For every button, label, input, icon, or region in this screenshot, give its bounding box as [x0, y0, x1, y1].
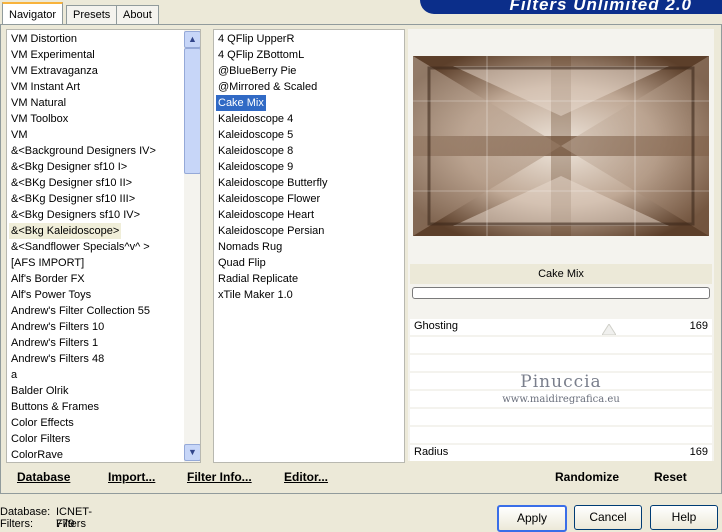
watermark-name: Pinuccia — [520, 372, 602, 392]
category-item[interactable]: &<Bkg Designers sf10 IV> — [9, 207, 156, 223]
category-item[interactable]: Andrew's Filters 10 — [9, 319, 156, 335]
category-item[interactable]: VM — [9, 127, 156, 143]
status-filters-value: 779 — [56, 518, 75, 530]
param-slot — [410, 355, 712, 371]
category-item[interactable]: Andrew's Filter Collection 55 — [9, 303, 156, 319]
param-label: Radius — [414, 446, 449, 458]
import-button[interactable]: Import... — [108, 470, 155, 484]
preview-image — [413, 56, 709, 236]
category-item[interactable]: &<Background Designers IV> — [9, 143, 156, 159]
app-banner: Filters Unlimited 2.0 — [420, 0, 722, 14]
reset-button[interactable]: Reset — [654, 470, 687, 484]
filter-item[interactable]: Kaleidoscope Butterfly — [216, 175, 327, 191]
category-item[interactable]: VM Experimental — [9, 47, 156, 63]
status-database-label: Database: — [0, 506, 51, 518]
tab-presets[interactable]: Presets — [66, 5, 118, 24]
param-slot — [410, 427, 712, 443]
category-item[interactable]: Alf's Power Toys — [9, 287, 156, 303]
filter-item[interactable]: 4 QFlip UpperR — [216, 31, 327, 47]
status-filters-label: Filters: — [0, 518, 33, 530]
param-label: Ghosting — [414, 320, 459, 332]
filter-item[interactable]: 4 QFlip ZBottomL — [216, 47, 327, 63]
category-items: VM Distortion VM Experimental VM Extravaga… — [9, 31, 156, 462]
category-item[interactable]: &<BKg Designer sf10 II> — [9, 175, 156, 191]
category-item[interactable]: Balder Olrik — [9, 383, 156, 399]
filter-info-button[interactable]: Filter Info... — [187, 470, 252, 484]
filter-item[interactable]: @BlueBerry Pie — [216, 63, 327, 79]
filter-item[interactable]: Kaleidoscope Flower — [216, 191, 327, 207]
category-item[interactable]: [AFS IMPORT] — [9, 255, 156, 271]
filter-item[interactable]: Kaleidoscope Persian — [216, 223, 327, 239]
category-scrollbar[interactable]: ▲ ▼ — [184, 30, 200, 462]
category-item[interactable]: Color Effects — [9, 415, 156, 431]
randomize-button[interactable]: Randomize — [555, 470, 619, 484]
slider-thumb-icon[interactable] — [602, 324, 616, 335]
param-ghosting[interactable]: Ghosting 169 — [410, 319, 712, 335]
category-item[interactable]: Andrew's Filters 48 — [9, 351, 156, 367]
category-item[interactable]: Alf's Border FX — [9, 271, 156, 287]
category-item[interactable]: a — [9, 367, 156, 383]
watermark-url: www.maidiregrafica.eu — [502, 394, 620, 405]
filter-item[interactable]: Kaleidoscope 8 — [216, 143, 327, 159]
param-radius[interactable]: Radius 169 — [410, 445, 712, 461]
category-item[interactable]: &<BKg Designer sf10 III> — [9, 191, 156, 207]
filter-item[interactable]: @Mirrored & Scaled — [216, 79, 327, 95]
filter-list[interactable]: 4 QFlip UpperR 4 QFlip ZBottomL @BlueBerry… — [213, 29, 405, 463]
param-slot — [410, 337, 712, 353]
tab-navigator[interactable]: Navigator — [2, 2, 64, 26]
apply-button[interactable]: Apply — [497, 505, 567, 532]
selected-filter-name: Cake Mix — [410, 264, 712, 284]
category-item[interactable]: Andrew's Filters 1 — [9, 335, 156, 351]
status-database: Database: ICNET-Filters — [0, 506, 92, 530]
param-value: 169 — [689, 446, 708, 458]
filter-item[interactable]: xTile Maker 1.0 — [216, 287, 327, 303]
category-item[interactable]: &<Sandflower Specials^v^ > — [9, 239, 156, 255]
filter-item[interactable]: Nomads Rug — [216, 239, 327, 255]
category-item[interactable]: ColorRave — [9, 447, 156, 462]
filter-item[interactable]: Cake Mix — [216, 95, 266, 111]
app-title: Filters Unlimited 2.0 — [509, 0, 692, 14]
category-item[interactable]: VM Extravaganza — [9, 63, 156, 79]
progress-bar — [412, 287, 710, 299]
category-item[interactable]: VM Distortion — [9, 31, 156, 47]
filter-item[interactable]: Radial Replicate — [216, 271, 327, 287]
category-item[interactable]: VM Natural — [9, 95, 156, 111]
scroll-down-icon[interactable]: ▼ — [184, 444, 200, 461]
filter-items: 4 QFlip UpperR 4 QFlip ZBottomL @BlueBerry… — [216, 31, 327, 303]
filter-item[interactable]: Kaleidoscope 5 — [216, 127, 327, 143]
filter-item[interactable]: Quad Flip — [216, 255, 327, 271]
category-item[interactable]: &<Bkg Kaleidoscope> — [9, 223, 122, 239]
category-item[interactable]: Color Filters — [9, 431, 156, 447]
filter-item[interactable]: Kaleidoscope 4 — [216, 111, 327, 127]
param-slot — [410, 409, 712, 425]
scroll-thumb[interactable] — [184, 48, 200, 174]
bottom-toolbar: Database Import... Filter Info... Editor… — [6, 463, 406, 491]
category-item[interactable]: Buttons & Frames — [9, 399, 156, 415]
param-toolbar: Randomize Reset — [410, 463, 712, 491]
filter-item[interactable]: Kaleidoscope 9 — [216, 159, 327, 175]
filter-item[interactable]: Kaleidoscope Heart — [216, 207, 327, 223]
editor-button[interactable]: Editor... — [284, 470, 328, 484]
category-item[interactable]: VM Toolbox — [9, 111, 156, 127]
category-list[interactable]: VM Distortion VM Experimental VM Extravaga… — [6, 29, 201, 463]
param-value: 169 — [689, 320, 708, 332]
category-item[interactable]: VM Instant Art — [9, 79, 156, 95]
category-item[interactable]: &<Bkg Designer sf10 I> — [9, 159, 156, 175]
database-button[interactable]: Database — [17, 470, 70, 484]
scroll-up-icon[interactable]: ▲ — [184, 31, 200, 48]
help-button[interactable]: Help — [650, 505, 718, 530]
tab-about[interactable]: About — [116, 5, 159, 24]
status-filters: Filters: 779 — [0, 518, 74, 530]
cancel-button[interactable]: Cancel — [574, 505, 642, 530]
